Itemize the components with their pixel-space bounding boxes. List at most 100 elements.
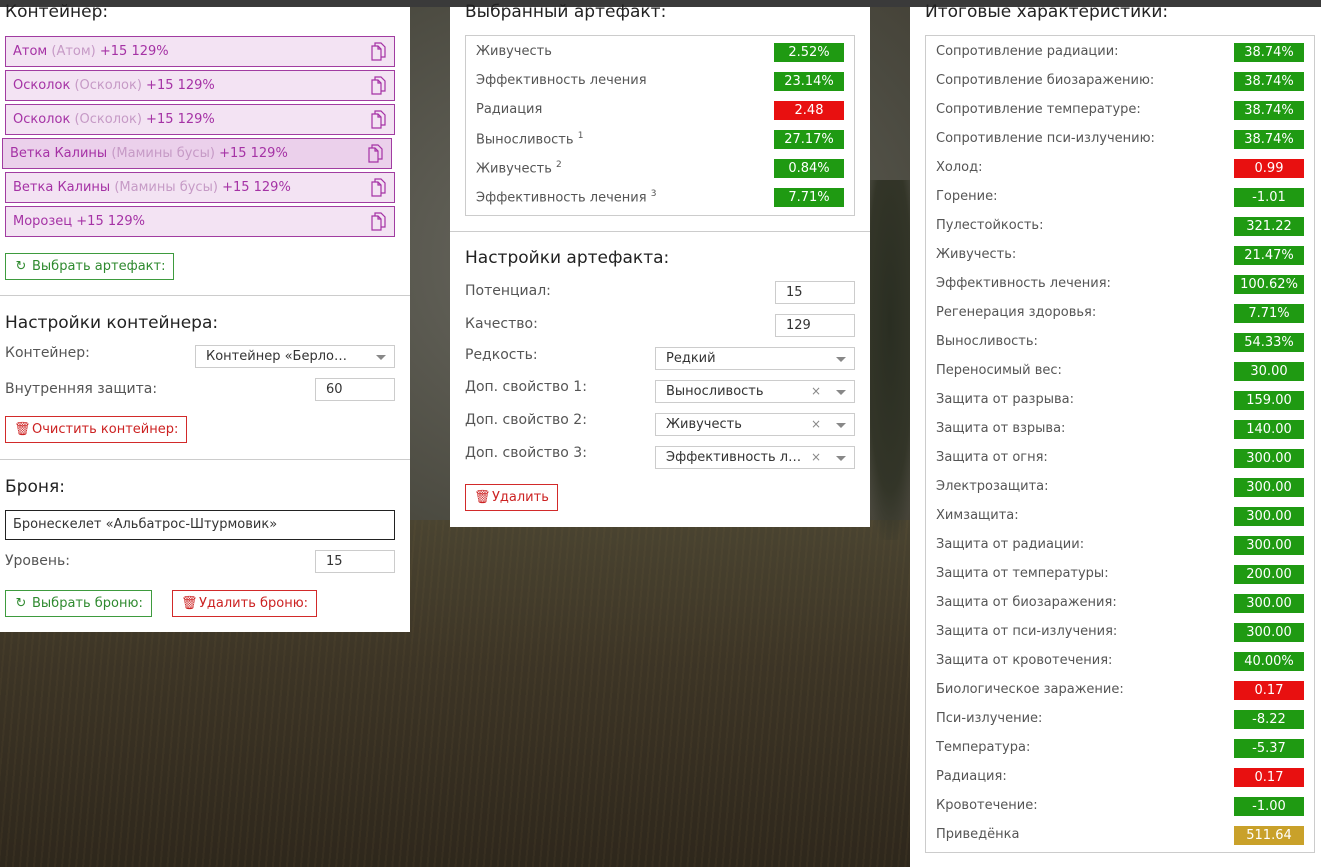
stat-name: Химзащита: bbox=[936, 508, 1019, 523]
stat-row: Химзащита: 300.00 bbox=[926, 503, 1314, 532]
clear-icon[interactable]: × bbox=[811, 447, 821, 468]
stat-name-text: Эффективность лечения bbox=[476, 190, 647, 206]
prop1-select[interactable]: Выносливость × bbox=[655, 380, 855, 403]
stat-name-text: Выносливость bbox=[476, 132, 574, 148]
stat-name: Сопротивление радиации: bbox=[936, 44, 1119, 59]
select-artifact-button[interactable]: ↻ Выбрать артефакт: bbox=[5, 253, 175, 280]
container-item-name: Атом bbox=[13, 44, 48, 59]
container-item[interactable]: Атом (Атом) +15 129% bbox=[5, 36, 395, 67]
stat-name: Эффективность лечения bbox=[476, 73, 647, 88]
stat-row: Эффективность лечения 3 7.71% bbox=[466, 184, 854, 213]
stat-name: Радиация bbox=[476, 102, 542, 117]
stat-name: Радиация: bbox=[936, 769, 1007, 784]
container-item-name: Осколок bbox=[13, 112, 71, 127]
stat-name-text: Защита от огня: bbox=[936, 450, 1048, 465]
prop2-select[interactable]: Живучесть × bbox=[655, 413, 855, 436]
copy-icon[interactable] bbox=[368, 144, 383, 163]
stat-name: Защита от разрыва: bbox=[936, 392, 1074, 407]
clear-icon[interactable]: × bbox=[811, 381, 821, 402]
protection-label: Внутренняя защита: bbox=[5, 381, 158, 397]
potential-input[interactable]: 15 bbox=[775, 281, 855, 304]
clear-icon[interactable]: × bbox=[811, 414, 821, 435]
stat-name: Защита от биозаражения: bbox=[936, 595, 1117, 610]
delete-armor-button[interactable]: 🗑Удалить броню: bbox=[172, 590, 318, 617]
copy-icon[interactable] bbox=[371, 178, 386, 197]
stat-value-badge: 7.71% bbox=[774, 188, 844, 207]
stat-name-text: Сопротивление радиации: bbox=[936, 44, 1119, 59]
copy-icon[interactable] bbox=[371, 212, 386, 231]
stat-row: Сопротивление пси-излучению: 38.74% bbox=[926, 126, 1314, 155]
prop3-select[interactable]: Эффективность ле… × bbox=[655, 446, 855, 469]
stat-value-badge: 300.00 bbox=[1234, 449, 1304, 468]
container-item-bonus: +15 129% bbox=[222, 180, 291, 195]
stat-value-badge: 0.84% bbox=[774, 159, 844, 178]
stat-name-text: Защита от температуры: bbox=[936, 566, 1109, 581]
container-item[interactable]: Осколок (Осколок) +15 129% bbox=[5, 70, 395, 101]
stat-row: Сопротивление температуре: 38.74% bbox=[926, 97, 1314, 126]
divider bbox=[0, 459, 410, 460]
container-item[interactable]: Ветка Калины (Мамины бусы) +15 129% bbox=[5, 172, 395, 203]
stat-name: Живучесть: bbox=[936, 247, 1016, 262]
totals-panel: Итоговые характеристики: Сопротивление р… bbox=[910, 2, 1321, 867]
stat-row: Сопротивление радиации: 38.74% bbox=[926, 39, 1314, 68]
stat-value-badge: 2.48 bbox=[774, 101, 844, 120]
container-item[interactable]: Осколок (Осколок) +15 129% bbox=[5, 104, 395, 135]
stat-name: Живучесть bbox=[476, 44, 552, 59]
artifact-stats-box: Живучесть 2.52% Эффективность лечения 23.14… bbox=[465, 35, 855, 216]
container-item-bonus: +15 129% bbox=[219, 146, 288, 161]
clear-container-button[interactable]: 🗑Очистить контейнер: bbox=[5, 416, 188, 443]
stat-value-badge: 300.00 bbox=[1234, 507, 1304, 526]
stat-row: Приведёнка 511.64 bbox=[926, 822, 1314, 851]
protection-input[interactable]: 60 bbox=[315, 378, 395, 401]
stat-row: Пси-излучение: -8.22 bbox=[926, 706, 1314, 735]
stat-value-badge: 511.64 bbox=[1234, 826, 1304, 845]
stat-row: Защита от температуры: 200.00 bbox=[926, 561, 1314, 590]
stat-row: Сопротивление биозаражению: 38.74% bbox=[926, 68, 1314, 97]
stat-value-badge: 27.17% bbox=[774, 130, 844, 149]
stat-value-badge: 38.74% bbox=[1234, 130, 1304, 149]
container-item-bonus: +15 129% bbox=[76, 214, 146, 229]
divider bbox=[450, 231, 870, 232]
stat-row: Защита от пси-излучения: 300.00 bbox=[926, 619, 1314, 648]
quality-input[interactable]: 129 bbox=[775, 314, 855, 337]
container-item-name: Осколок bbox=[13, 78, 71, 93]
copy-icon[interactable] bbox=[371, 110, 386, 129]
stat-name-text: Эффективность лечения: bbox=[936, 276, 1111, 291]
stat-value-badge: 23.14% bbox=[774, 72, 844, 91]
stat-row: Переносимый вес: 30.00 bbox=[926, 358, 1314, 387]
artifact-panel: Выбранный артефакт: Живучесть 2.52% Эффект… bbox=[450, 2, 870, 527]
stat-name-text: Температура: bbox=[936, 740, 1031, 755]
stat-value-badge: 38.74% bbox=[1234, 43, 1304, 62]
armor-level-label: Уровень: bbox=[5, 553, 70, 569]
stat-row: Защита от огня: 300.00 bbox=[926, 445, 1314, 474]
stat-value-badge: 300.00 bbox=[1234, 478, 1304, 497]
stat-value-badge: 0.17 bbox=[1234, 681, 1304, 700]
rarity-label: Редкость: bbox=[465, 347, 538, 363]
stat-value-badge: 100.62% bbox=[1234, 275, 1304, 294]
armor-level-input[interactable]: 15 bbox=[315, 550, 395, 573]
container-item[interactable]: Ветка Калины (Мамины бусы) +15 129% bbox=[2, 138, 392, 169]
stat-value-badge: 300.00 bbox=[1234, 623, 1304, 642]
armor-name-field[interactable]: Бронескелет «Альбатрос-Штурмовик» bbox=[5, 510, 395, 540]
stat-name-text: Сопротивление температуре: bbox=[936, 102, 1141, 117]
stat-row: Эффективность лечения: 100.62% bbox=[926, 271, 1314, 300]
stat-row: Защита от разрыва: 159.00 bbox=[926, 387, 1314, 416]
select-armor-button[interactable]: ↻ Выбрать броню: bbox=[5, 590, 152, 617]
chevron-down-icon bbox=[376, 355, 386, 360]
stat-name-text: Эффективность лечения bbox=[476, 73, 647, 88]
stat-name-text: Радиация: bbox=[936, 769, 1007, 784]
copy-icon[interactable] bbox=[371, 76, 386, 95]
stat-value-badge: 54.33% bbox=[1234, 333, 1304, 352]
stat-name: Кровотечение: bbox=[936, 798, 1038, 813]
delete-artifact-button[interactable]: 🗑Удалить bbox=[465, 484, 558, 511]
rarity-select[interactable]: Редкий bbox=[655, 347, 855, 370]
container-select[interactable]: Контейнер «Берлога… bbox=[195, 345, 395, 368]
stat-name: Защита от взрыва: bbox=[936, 421, 1065, 436]
copy-icon[interactable] bbox=[371, 42, 386, 61]
stat-name: Эффективность лечения 3 bbox=[476, 189, 656, 205]
stat-row: Защита от биозаражения: 300.00 bbox=[926, 590, 1314, 619]
container-item[interactable]: Морозец +15 129% bbox=[5, 206, 395, 237]
stat-name-text: Живучесть: bbox=[936, 247, 1017, 262]
stat-name: Сопротивление температуре: bbox=[936, 102, 1141, 117]
stat-name-text: Электрозащита: bbox=[936, 479, 1049, 494]
